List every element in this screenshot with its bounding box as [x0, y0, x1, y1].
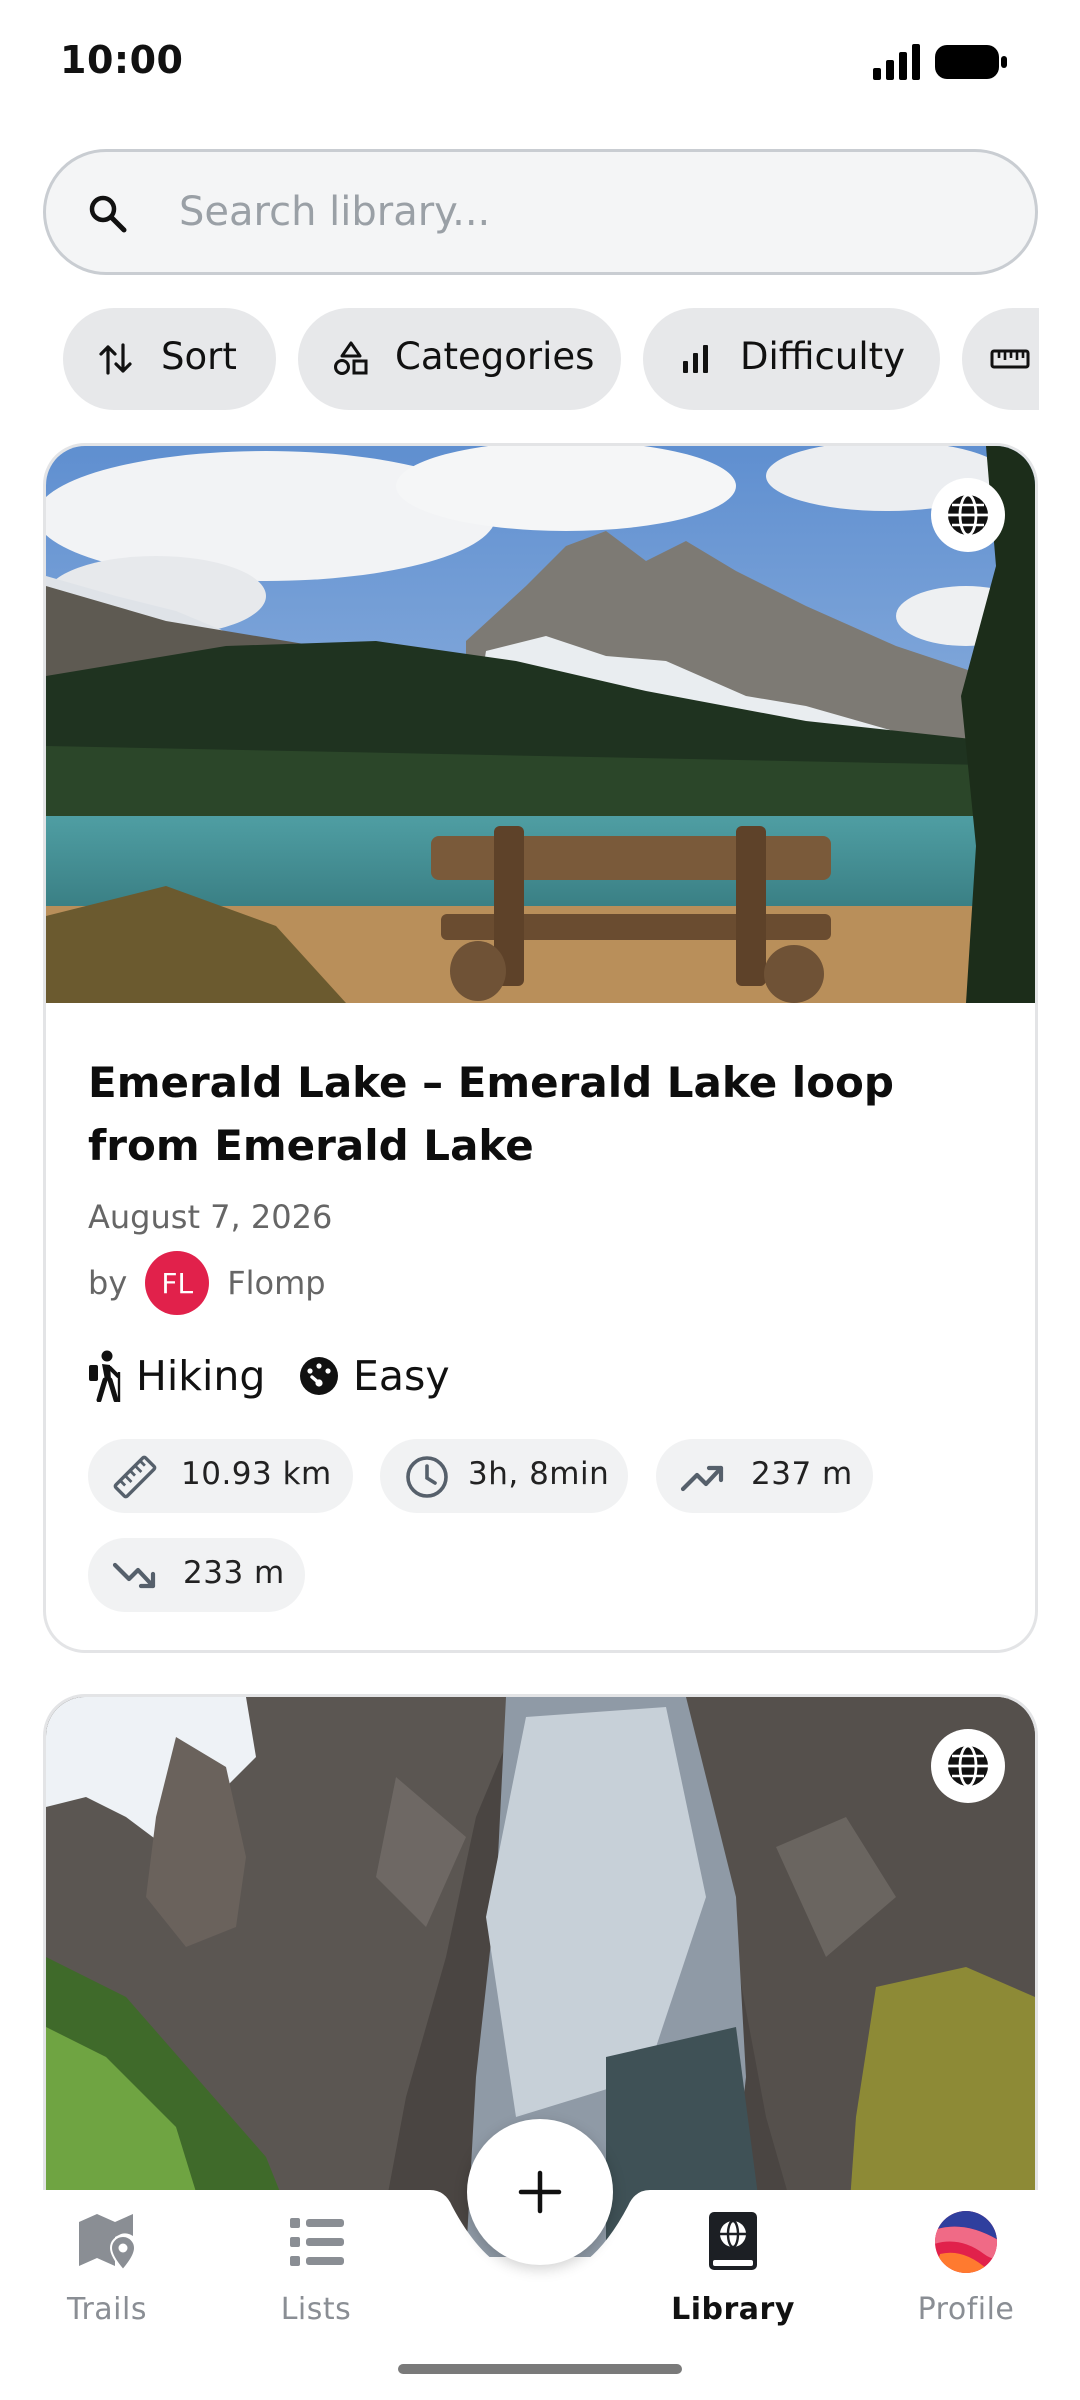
difficulty-tag: Easy [299, 1346, 450, 1406]
difficulty-chip-label: Difficulty [740, 335, 906, 378]
sort-chip-label: Sort [161, 335, 237, 378]
nav-profile-label: Profile [917, 2292, 1015, 2327]
sort-icon [99, 343, 132, 375]
difficulty-chip[interactable]: Difficulty [643, 308, 940, 410]
by-label: by [88, 1264, 128, 1302]
duration-value: 3h, 8min [468, 1456, 610, 1492]
categories-icon [334, 341, 368, 375]
trail-date: August 7, 2026 [88, 1198, 333, 1236]
search-bar[interactable] [43, 149, 1038, 275]
descent-value: 233 m [183, 1555, 285, 1591]
search-input[interactable] [179, 176, 999, 248]
add-button[interactable] [467, 2119, 613, 2265]
nav-library[interactable]: Library [643, 2210, 823, 2330]
ruler-icon [113, 1455, 157, 1499]
duration-stat: 3h, 8min [380, 1439, 628, 1513]
activity-tag: Hiking [86, 1346, 265, 1406]
nav-trails-label: Trails [67, 2292, 147, 2327]
descent-stat: 233 m [88, 1538, 305, 1612]
nav-trails[interactable]: Trails [17, 2210, 197, 2330]
home-indicator[interactable] [398, 2364, 682, 2374]
distance-value: 10.93 km [181, 1456, 332, 1492]
library-book-icon [709, 2212, 757, 2270]
status-bar: 10:00 [0, 0, 1080, 130]
battery-icon [935, 45, 1007, 79]
gauge-icon [300, 1357, 338, 1395]
hiking-icon [89, 1350, 121, 1402]
filter-chips: Sort Categories Difficulty [0, 308, 1039, 410]
trail-photo [46, 446, 1035, 1003]
trending-up-icon [680, 1465, 724, 1492]
map-pin-icon [79, 2214, 137, 2272]
clock-icon [406, 1456, 448, 1498]
trending-down-icon [112, 1562, 156, 1589]
nav-library-label: Library [671, 2292, 795, 2327]
ruler-icon [990, 349, 1030, 369]
profile-avatar-icon [935, 2211, 997, 2273]
ascent-stat: 237 m [656, 1439, 873, 1513]
ascent-value: 237 m [751, 1456, 853, 1492]
author-name[interactable]: Flomp [227, 1264, 325, 1302]
sort-chip[interactable]: Sort [63, 308, 276, 410]
globe-icon [948, 493, 988, 537]
plus-icon [518, 2170, 562, 2214]
difficulty-label: Easy [353, 1352, 450, 1400]
trail-card[interactable]: Emerald Lake – Emerald Lake loop from Em… [43, 443, 1038, 1653]
author-row: by FL Flomp [88, 1251, 326, 1315]
nav-lists[interactable]: Lists [226, 2210, 406, 2330]
categories-chip[interactable]: Categories [298, 308, 621, 410]
visibility-badge[interactable] [931, 478, 1005, 552]
status-time: 10:00 [60, 38, 184, 82]
search-icon [89, 195, 127, 233]
visibility-badge[interactable] [931, 1729, 1005, 1803]
trail-title: Emerald Lake – Emerald Lake loop from Em… [88, 1058, 894, 1170]
globe-icon [948, 1744, 988, 1788]
difficulty-icon [683, 345, 708, 373]
list-icon [290, 2218, 344, 2266]
avatar[interactable]: FL [145, 1251, 210, 1315]
distance-chip[interactable] [962, 308, 1039, 410]
distance-stat: 10.93 km [88, 1439, 353, 1513]
categories-chip-label: Categories [395, 335, 595, 378]
signal-icon [873, 44, 920, 80]
activity-label: Hiking [136, 1352, 266, 1400]
nav-lists-label: Lists [280, 2292, 352, 2327]
nav-profile[interactable]: Profile [876, 2210, 1056, 2330]
